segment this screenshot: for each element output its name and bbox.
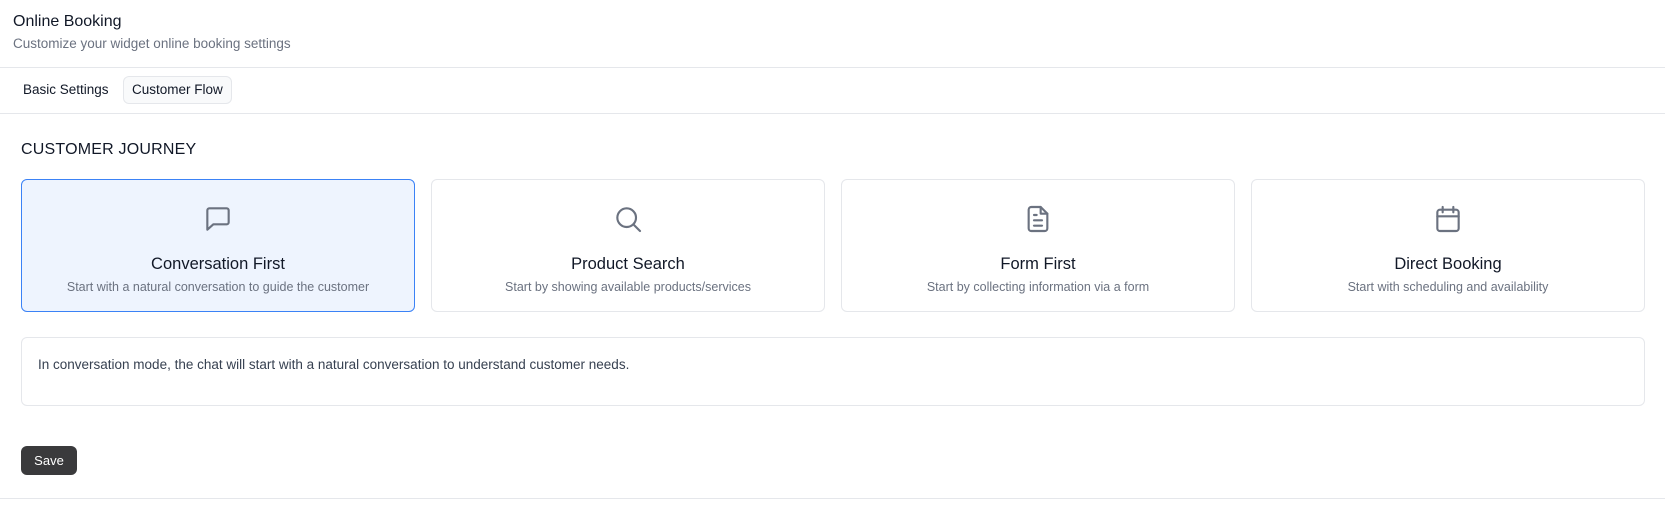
tab-basic-settings[interactable]: Basic Settings bbox=[14, 76, 118, 104]
document-icon bbox=[1022, 203, 1054, 235]
mode-info-text: In conversation mode, the chat will star… bbox=[38, 357, 630, 372]
save-button[interactable]: Save bbox=[21, 446, 77, 475]
tab-customer-flow[interactable]: Customer Flow bbox=[123, 76, 232, 104]
search-icon bbox=[612, 203, 644, 235]
card-title: Conversation First bbox=[151, 255, 285, 273]
card-description: Start by showing available products/serv… bbox=[505, 280, 751, 294]
card-description: Start with a natural conversation to gui… bbox=[66, 280, 370, 294]
journey-card-product-search[interactable]: Product Search Start by showing availabl… bbox=[431, 179, 825, 312]
card-title: Product Search bbox=[571, 255, 685, 273]
page-title: Online Booking bbox=[13, 13, 122, 30]
card-description: Start by collecting information via a fo… bbox=[926, 280, 1150, 294]
mode-info-box: In conversation mode, the chat will star… bbox=[21, 337, 1645, 406]
page-header: Online Booking Customize your widget onl… bbox=[0, 0, 1665, 68]
card-description: Start with scheduling and availability bbox=[1347, 280, 1549, 294]
journey-card-direct-booking[interactable]: Direct Booking Start with scheduling and… bbox=[1251, 179, 1645, 312]
tab-bar: Basic Settings Customer Flow bbox=[0, 68, 1665, 114]
journey-card-form-first[interactable]: Form First Start by collecting informati… bbox=[841, 179, 1235, 312]
chat-bubble-icon bbox=[202, 203, 234, 235]
journey-card-conversation-first[interactable]: Conversation First Start with a natural … bbox=[21, 179, 415, 312]
card-title: Form First bbox=[1000, 255, 1076, 273]
section-heading: CUSTOMER JOURNEY bbox=[21, 141, 197, 158]
calendar-icon bbox=[1432, 203, 1464, 235]
card-title: Direct Booking bbox=[1394, 255, 1502, 273]
page-subtitle: Customize your widget online booking set… bbox=[13, 36, 291, 51]
divider bbox=[0, 498, 1665, 499]
